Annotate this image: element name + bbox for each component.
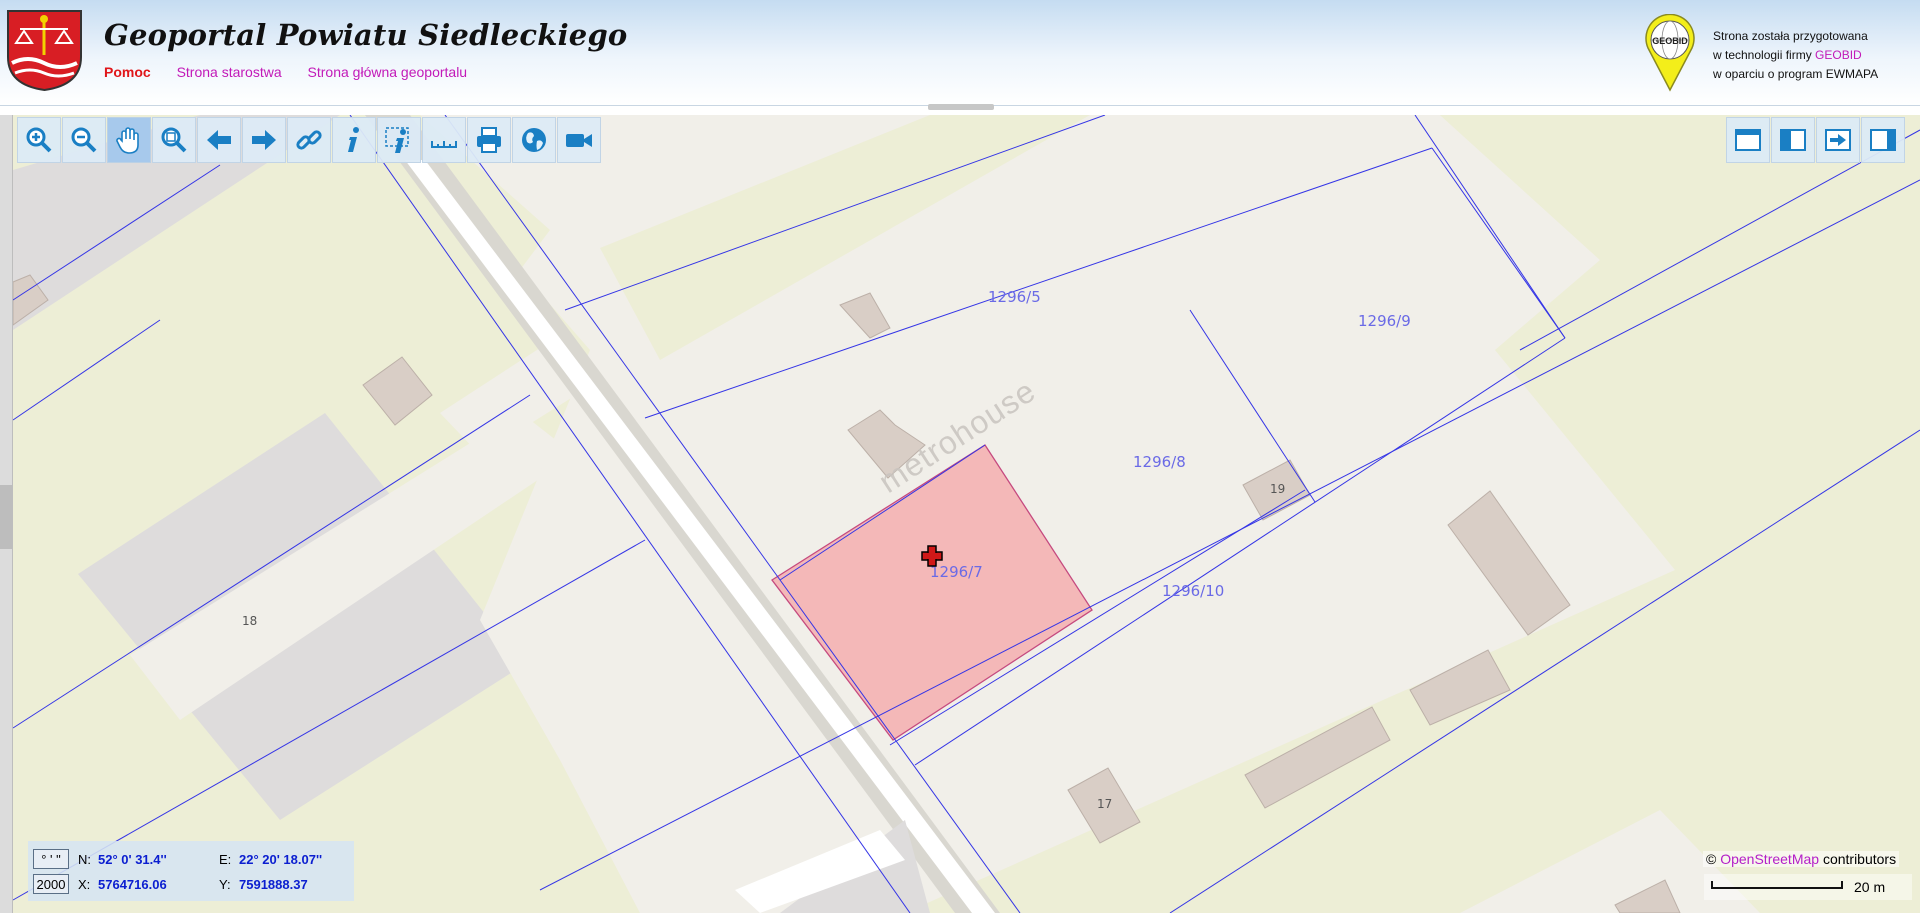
header-links: Pomoc Strona starostwa Strona główna geo…	[104, 64, 489, 80]
forward-arrow-icon	[252, 130, 276, 150]
print-icon	[477, 127, 501, 153]
county-site-link[interactable]: Strona starostwa	[177, 64, 282, 80]
attribution-prefix: ©	[1706, 851, 1721, 867]
geobid-credits: Strona została przygotowana w technologi…	[1713, 27, 1878, 84]
layout-right-icon	[1870, 129, 1896, 151]
x-label: X:	[78, 876, 91, 892]
export-icon	[1825, 129, 1851, 151]
zoom-in-icon	[26, 127, 52, 153]
layout-top-button[interactable]	[1726, 117, 1770, 163]
geobid-logo[interactable]: GEOBID	[1642, 14, 1698, 92]
geo-coordinates-row: ° ' " N: 52° 0' 31.4'' E: 22° 20' 18.07'…	[33, 848, 355, 870]
e-value: 22° 20' 18.07''	[239, 851, 323, 867]
x-value: 5764716.06	[98, 876, 167, 892]
house-number: 17	[1097, 797, 1112, 811]
house-number: 18	[242, 614, 257, 628]
globe-icon	[522, 128, 546, 152]
layout-left-icon	[1780, 129, 1806, 151]
pan-button[interactable]	[107, 117, 151, 163]
forward-button[interactable]	[242, 117, 286, 163]
zoom-in-button[interactable]	[17, 117, 61, 163]
parcel-label: 1296/10	[1162, 582, 1224, 600]
back-arrow-icon	[207, 130, 231, 150]
n-value: 52° 0' 31.4''	[98, 851, 167, 867]
map-canvas[interactable]: metrohouse 1296/5 1296/9 1296/8 1296/7 1…	[0, 115, 1920, 913]
info-button[interactable]	[332, 117, 376, 163]
camera-icon	[566, 134, 592, 147]
coord-format-toggle[interactable]: ° ' "	[33, 849, 69, 869]
coordinates-panel: ° ' " N: 52° 0' 31.4'' E: 22° 20' 18.07'…	[28, 841, 354, 901]
geobid-line-3: w oparciu o program EWMAPA	[1713, 67, 1879, 81]
site-title: Geoportal Powiatu Siedleckiego	[104, 18, 628, 52]
scale-label: 20 m	[1854, 879, 1886, 895]
pan-hand-icon	[116, 127, 139, 154]
left-panel-toggle-handle[interactable]	[0, 485, 13, 549]
zoom-out-icon	[71, 127, 97, 153]
measure-button[interactable]	[422, 117, 466, 163]
zoom-out-button[interactable]	[62, 117, 106, 163]
y-value: 7591888.37	[239, 876, 308, 892]
export-button[interactable]	[1816, 117, 1860, 163]
help-link[interactable]: Pomoc	[104, 64, 151, 80]
geobid-line-2-prefix: w technologii firmy	[1713, 48, 1816, 62]
camera-button[interactable]	[557, 117, 601, 163]
geobid-brand-link[interactable]: GEOBID	[1815, 48, 1862, 62]
y-label: Y:	[219, 876, 231, 892]
globe-button[interactable]	[512, 117, 556, 163]
scale-bar: 20 m	[1704, 874, 1912, 900]
info-area-icon	[385, 127, 409, 153]
parcel-label: 1296/8	[1133, 453, 1186, 471]
info-area-button[interactable]	[377, 117, 421, 163]
geobid-line-1: Strona została przygotowana	[1713, 29, 1868, 43]
back-button[interactable]	[197, 117, 241, 163]
zoom-extent-button[interactable]	[152, 117, 196, 163]
map-toolbar	[17, 117, 601, 163]
layout-top-icon	[1735, 129, 1761, 151]
n-label: N:	[78, 851, 91, 867]
grid-coordinates-row: 2000 X: 5764716.06 Y: 7591888.37	[33, 873, 355, 895]
layout-toolbar	[1726, 117, 1905, 163]
scale-line	[1711, 881, 1843, 889]
layout-left-button[interactable]	[1771, 117, 1815, 163]
parcel-label: 1296/9	[1358, 312, 1411, 330]
coat-of-arms-logo	[7, 10, 82, 92]
geobid-logo-text: GEOBID	[1652, 36, 1688, 46]
measure-ruler-icon	[431, 141, 457, 148]
layout-right-button[interactable]	[1861, 117, 1905, 163]
geoportal-home-link[interactable]: Strona główna geoportalu	[308, 64, 468, 80]
header-splitter-handle[interactable]	[928, 104, 994, 110]
parcel-label: 1296/5	[988, 288, 1041, 306]
link-button[interactable]	[287, 117, 331, 163]
geobid-line-2: w technologii firmy GEOBID	[1713, 46, 1878, 65]
openstreetmap-link[interactable]: OpenStreetMap	[1720, 851, 1819, 867]
header: Geoportal Powiatu Siedleckiego Pomoc Str…	[0, 0, 1920, 110]
parcel-label: 1296/7	[930, 563, 983, 581]
e-label: E:	[219, 851, 232, 867]
link-icon	[296, 130, 322, 150]
print-button[interactable]	[467, 117, 511, 163]
map-base-layer: metrohouse 1296/5 1296/9 1296/8 1296/7 1…	[0, 115, 1920, 913]
house-number: 19	[1270, 482, 1285, 496]
info-icon	[348, 127, 359, 152]
coord-system-toggle[interactable]: 2000	[33, 874, 69, 894]
attribution-suffix: contributors	[1819, 851, 1897, 867]
zoom-extent-icon	[161, 127, 187, 153]
map-attribution: © OpenStreetMap contributors	[1703, 851, 1900, 867]
